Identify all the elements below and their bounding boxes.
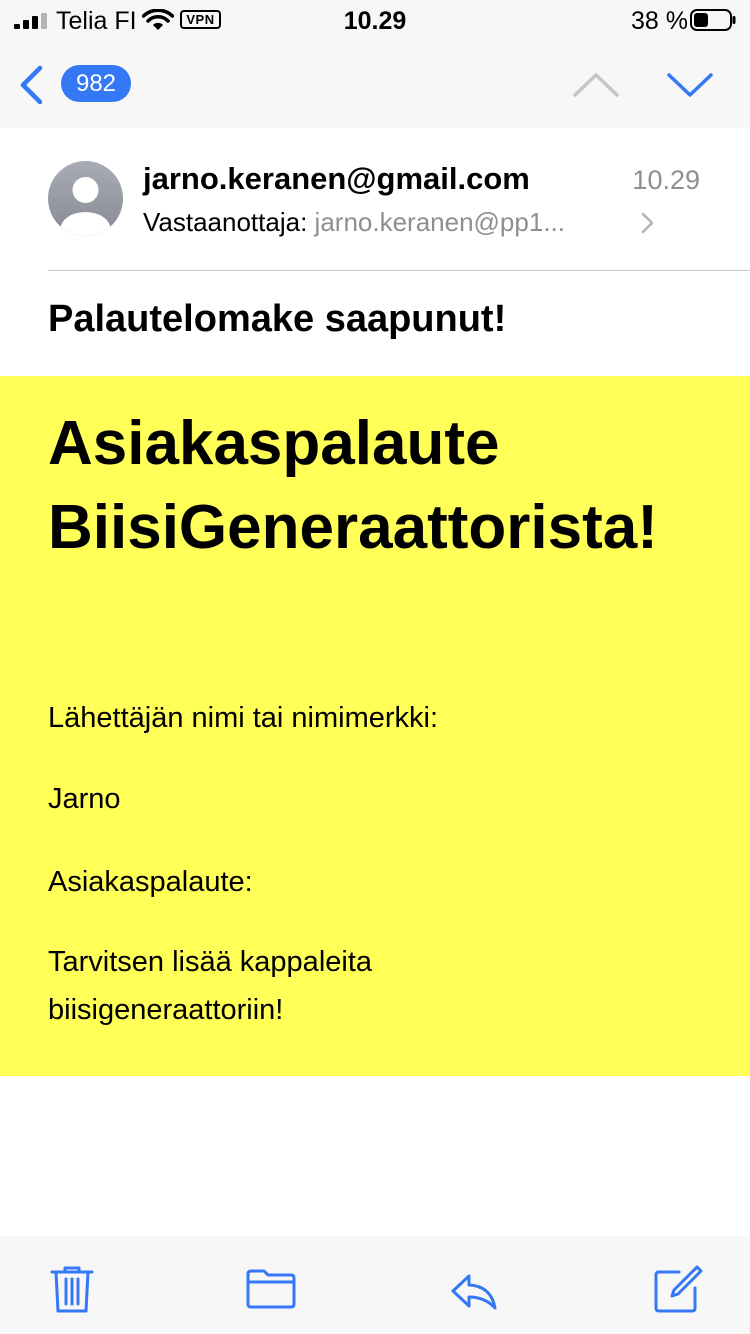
- chevron-right-icon[interactable]: [640, 212, 656, 234]
- avatar-icon[interactable]: [48, 161, 123, 236]
- battery-icon: [690, 9, 736, 31]
- chevron-up-icon[interactable]: [573, 72, 619, 98]
- chevron-down-icon[interactable]: [667, 72, 713, 98]
- sender-name-value: Jarno: [48, 783, 121, 815]
- trash-icon[interactable]: [47, 1264, 97, 1314]
- unread-count-badge[interactable]: 982: [61, 65, 131, 102]
- message-time: 10.29: [632, 165, 700, 195]
- top-chrome: Telia FI VPN 10.29 38 % 982: [0, 0, 750, 128]
- sender-name-label: Lähettäjän nimi tai nimimerkki:: [48, 702, 439, 734]
- nav-bar: 982: [0, 44, 750, 128]
- folder-icon[interactable]: [246, 1264, 296, 1314]
- body-heading: Asiakaspalaute BiisiGeneraattorista!: [48, 409, 658, 562]
- recipient-line[interactable]: Vastaanottaja: jarno.keranen@pp1...: [143, 207, 565, 238]
- message-header: jarno.keranen@gmail.com 10.29 Vastaanott…: [0, 128, 750, 271]
- bottom-toolbar: [0, 1236, 750, 1334]
- mail-message-screen: Telia FI VPN 10.29 38 % 982 jarno.kerane…: [0, 0, 750, 1334]
- message-subject: Palautelomake saapunut!: [48, 298, 507, 340]
- battery-percentage: 38 %: [631, 7, 688, 35]
- reply-icon[interactable]: [449, 1264, 499, 1314]
- sender-address: jarno.keranen@gmail.com: [143, 161, 530, 196]
- recipient-label: Vastaanottaja:: [143, 207, 308, 237]
- compose-icon[interactable]: [653, 1264, 703, 1314]
- feedback-line-2: biisigeneraattoriin!: [48, 994, 284, 1026]
- status-bar: Telia FI VPN 10.29 38 %: [0, 0, 750, 44]
- feedback-line-1: Tarvitsen lisää kappaleita: [48, 946, 373, 978]
- header-divider: [48, 270, 750, 271]
- message-body: Asiakaspalaute BiisiGeneraattorista! Läh…: [0, 376, 750, 1076]
- recipient-address: jarno.keranen@pp1...: [314, 207, 565, 237]
- back-chevron-icon[interactable]: [18, 65, 44, 105]
- feedback-label: Asiakaspalaute:: [48, 866, 253, 898]
